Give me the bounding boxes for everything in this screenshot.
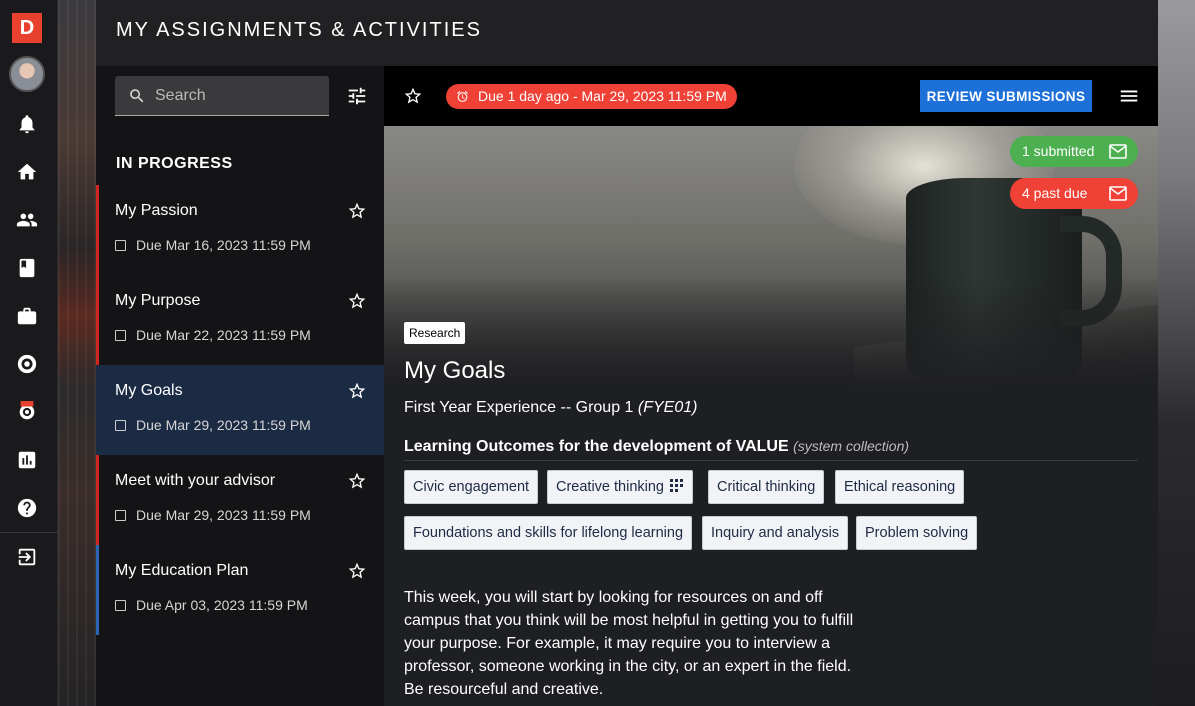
outcome-chip[interactable]: Ethical reasoning bbox=[835, 470, 965, 504]
item-due-text: Due Apr 03, 2023 11:59 PM bbox=[136, 597, 308, 613]
item-due-text: Due Mar 16, 2023 11:59 PM bbox=[136, 237, 311, 253]
checkbox-icon[interactable] bbox=[115, 329, 126, 341]
review-submissions-button[interactable]: REVIEW SUBMISSIONS bbox=[920, 80, 1092, 112]
menu-button[interactable] bbox=[1118, 85, 1140, 107]
outcome-chip-label: Ethical reasoning bbox=[844, 479, 956, 495]
outcome-chip-label: Creative thinking bbox=[556, 479, 664, 495]
outcome-chip[interactable]: Inquiry and analysis bbox=[702, 516, 849, 550]
help-icon[interactable] bbox=[15, 496, 39, 520]
beta-settings-icon[interactable] bbox=[15, 400, 39, 424]
people-icon[interactable] bbox=[15, 208, 39, 232]
logout-icon[interactable] bbox=[15, 545, 39, 569]
mail-icon bbox=[1109, 186, 1127, 201]
list-item[interactable]: Meet with your advisor Due Mar 29, 2023 … bbox=[96, 455, 384, 545]
past-due-badge[interactable]: 4 past due bbox=[1010, 178, 1138, 209]
page-header: MY ASSIGNMENTS & ACTIVITIES bbox=[96, 0, 1158, 66]
settings-gear-icon[interactable] bbox=[15, 352, 39, 376]
filter-button[interactable] bbox=[346, 85, 368, 107]
item-due: Due Apr 03, 2023 11:59 PM bbox=[115, 597, 308, 613]
item-due: Due Mar 29, 2023 11:59 PM bbox=[115, 417, 311, 433]
star-icon[interactable] bbox=[347, 471, 367, 491]
item-due-text: Due Mar 22, 2023 11:59 PM bbox=[136, 327, 311, 343]
due-status-text: Due 1 day ago - Mar 29, 2023 11:59 PM bbox=[478, 88, 727, 104]
assignment-list-panel: IN PROGRESS My Passion Due Mar 16, 2023 … bbox=[96, 66, 384, 706]
outcome-chip-label: Problem solving bbox=[865, 525, 969, 541]
outcome-chip[interactable]: Civic engagement bbox=[404, 470, 539, 504]
course-name-text: First Year Experience -- Group 1 bbox=[404, 399, 634, 416]
search-input[interactable] bbox=[155, 76, 325, 116]
nav-rail: D bbox=[0, 0, 58, 706]
item-title: Meet with your advisor bbox=[115, 472, 276, 489]
item-due-text: Due Mar 29, 2023 11:59 PM bbox=[136, 417, 311, 433]
outcome-chip-label: Foundations and skills for lifelong lear… bbox=[413, 525, 684, 541]
submitted-badge[interactable]: 1 submitted bbox=[1010, 136, 1138, 167]
star-icon[interactable] bbox=[347, 201, 367, 221]
item-title: My Passion bbox=[115, 202, 198, 219]
star-icon[interactable] bbox=[347, 561, 367, 581]
item-due: Due Mar 16, 2023 11:59 PM bbox=[115, 237, 311, 253]
background-image-strip bbox=[58, 0, 96, 706]
item-due: Due Mar 29, 2023 11:59 PM bbox=[115, 507, 311, 523]
list-item[interactable]: My Education Plan Due Apr 03, 2023 11:59… bbox=[96, 545, 384, 635]
outcome-chip[interactable]: Creative thinking bbox=[547, 470, 693, 504]
assignment-detail: 1 submitted 4 past due Research My Goals… bbox=[384, 126, 1158, 706]
assignment-description: This week, you will start by looking for… bbox=[404, 589, 854, 698]
filter-sliders-icon bbox=[348, 87, 366, 105]
star-icon[interactable] bbox=[403, 86, 423, 106]
home-icon[interactable] bbox=[15, 160, 39, 184]
app-logo[interactable]: D bbox=[12, 13, 42, 43]
outcome-chip[interactable]: Foundations and skills for lifelong lear… bbox=[404, 516, 693, 550]
background-image-strip-right bbox=[1158, 0, 1195, 706]
learning-outcomes-heading: Learning Outcomes for the development of… bbox=[404, 438, 1138, 461]
learning-outcomes-collection: (system collection) bbox=[793, 438, 910, 454]
checkbox-icon[interactable] bbox=[115, 419, 126, 431]
past-due-badge-text: 4 past due bbox=[1022, 185, 1088, 201]
list-item[interactable]: My Passion Due Mar 16, 2023 11:59 PM bbox=[96, 185, 384, 275]
outcome-chip-label: Critical thinking bbox=[717, 479, 816, 495]
user-avatar[interactable] bbox=[9, 56, 45, 92]
star-icon[interactable] bbox=[347, 381, 367, 401]
due-status-badge: Due 1 day ago - Mar 29, 2023 11:59 PM bbox=[446, 84, 737, 109]
bell-icon[interactable] bbox=[15, 112, 39, 136]
briefcase-icon[interactable] bbox=[15, 304, 39, 328]
item-title: My Goals bbox=[115, 382, 183, 399]
book-icon[interactable] bbox=[15, 256, 39, 280]
course-code: (FYE01) bbox=[637, 399, 698, 416]
outcome-chip-label: Civic engagement bbox=[413, 479, 530, 495]
item-title: My Education Plan bbox=[115, 562, 249, 579]
item-title: My Purpose bbox=[115, 292, 201, 309]
section-title-in-progress: IN PROGRESS bbox=[116, 155, 233, 172]
assignment-list: My Passion Due Mar 16, 2023 11:59 PM My … bbox=[96, 185, 384, 635]
outcome-chip-label: Inquiry and analysis bbox=[711, 525, 840, 541]
list-item[interactable]: My Purpose Due Mar 22, 2023 11:59 PM bbox=[96, 275, 384, 365]
search-icon bbox=[130, 89, 144, 103]
page-title: MY ASSIGNMENTS & ACTIVITIES bbox=[116, 19, 482, 41]
checkbox-icon[interactable] bbox=[115, 239, 126, 251]
checkbox-icon[interactable] bbox=[115, 599, 126, 611]
course-name: First Year Experience -- Group 1 (FYE01) bbox=[404, 399, 697, 417]
outcome-chip[interactable]: Critical thinking bbox=[708, 470, 825, 504]
submitted-badge-text: 1 submitted bbox=[1022, 143, 1095, 159]
list-item-selected[interactable]: My Goals Due Mar 29, 2023 11:59 PM bbox=[96, 365, 384, 455]
outcome-chip[interactable]: Problem solving bbox=[856, 516, 978, 550]
item-due-text: Due Mar 29, 2023 11:59 PM bbox=[136, 507, 311, 523]
assignment-title: My Goals bbox=[404, 357, 506, 384]
star-icon[interactable] bbox=[347, 291, 367, 311]
detail-toolbar: Due 1 day ago - Mar 29, 2023 11:59 PM RE… bbox=[384, 66, 1158, 126]
item-due: Due Mar 22, 2023 11:59 PM bbox=[115, 327, 311, 343]
checkbox-icon[interactable] bbox=[115, 509, 126, 521]
hamburger-menu-icon bbox=[1120, 90, 1138, 102]
category-tag: Research bbox=[404, 322, 466, 344]
grid-dots-icon bbox=[670, 479, 683, 492]
mail-icon bbox=[1109, 144, 1127, 159]
learning-outcomes-title: Learning Outcomes for the development of… bbox=[404, 438, 789, 455]
chart-icon[interactable] bbox=[15, 448, 39, 472]
rail-divider bbox=[0, 532, 58, 533]
search-box[interactable] bbox=[115, 76, 329, 116]
alarm-clock-icon bbox=[457, 90, 468, 102]
